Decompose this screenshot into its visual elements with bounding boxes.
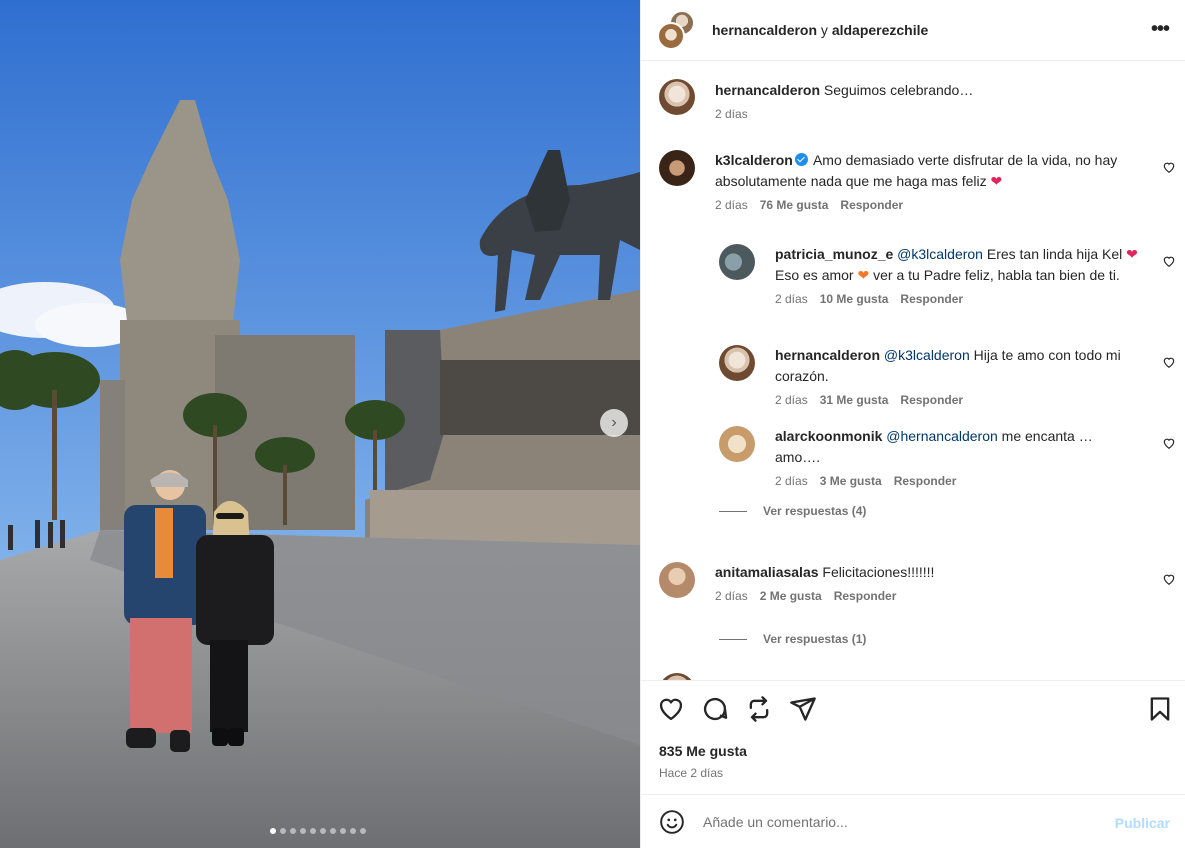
comment-like-icon[interactable] (1162, 436, 1176, 450)
carousel-dot (300, 828, 306, 834)
comment-likes[interactable]: 3 Me gusta (820, 474, 882, 488)
carousel-dot (310, 828, 316, 834)
publish-button[interactable]: Publicar (1115, 815, 1170, 831)
avatar[interactable] (719, 345, 755, 381)
post-photo: › (0, 0, 640, 848)
bookmark-icon[interactable] (1146, 695, 1174, 723)
comment-time[interactable]: 2 días (715, 107, 748, 121)
view-replies-button[interactable]: Ver respuestas (4) (719, 504, 866, 518)
comment-likes[interactable]: 31 Me gusta (820, 393, 889, 407)
view-replies-button[interactable]: Ver respuestas (1) (719, 632, 866, 646)
plaza-photo (0, 0, 640, 848)
heart-emoji: ❤ (990, 173, 1003, 189)
comment-like-icon[interactable] (1162, 254, 1176, 268)
orange-heart-emoji: ❤ (857, 267, 870, 283)
reply-button[interactable]: Responder (900, 393, 963, 407)
avatar[interactable] (659, 150, 695, 186)
reply-button[interactable]: Responder (834, 589, 897, 603)
mention-link[interactable]: @hernancalderon (886, 428, 998, 444)
comment-text: Eso es amor (775, 267, 854, 283)
reply-button[interactable]: Responder (900, 292, 963, 306)
comment-reply: alarckoonmonik @hernancalderon me encant… (719, 426, 1139, 488)
comment-text: Felicitaciones!!!!!!! (822, 564, 935, 580)
avatar (657, 22, 685, 50)
replies-divider (719, 638, 747, 640)
carousel-dot (280, 828, 286, 834)
avatar[interactable] (659, 562, 695, 598)
more-options-icon[interactable]: ••• (1151, 18, 1170, 41)
avatar[interactable] (659, 79, 695, 115)
comments-list: hernancalderon Seguimos celebrando… 2 dí… (641, 61, 1185, 680)
avatar[interactable] (659, 673, 695, 680)
view-replies-label: Ver respuestas (4) (763, 504, 867, 518)
carousel-dot (340, 828, 346, 834)
likes-count[interactable]: 835 Me gusta (659, 743, 747, 759)
comment-time[interactable]: 2 días (775, 292, 808, 306)
view-replies-label: Ver respuestas (1) (763, 632, 867, 646)
comment-input[interactable] (703, 813, 1083, 830)
author-link[interactable]: hernancalderon (712, 22, 817, 38)
comment-username[interactable]: hernancalderon (775, 347, 880, 363)
comment-like-icon[interactable] (1162, 572, 1176, 586)
chevron-right-icon: › (611, 414, 617, 431)
carousel-dot (320, 828, 326, 834)
replies-divider (719, 510, 747, 512)
reply-button[interactable]: Responder (894, 474, 957, 488)
comment-composer: Publicar (641, 794, 1185, 848)
post-caption: hernancalderon Seguimos celebrando… 2 dí… (659, 79, 973, 121)
carousel-dot (350, 828, 356, 834)
heart-icon[interactable] (657, 695, 685, 723)
post-authors: hernancalderon y aldaperezchile (712, 22, 928, 38)
comment-likes[interactable]: 76 Me gusta (760, 198, 829, 212)
comment-text: ver a tu Padre feliz, habla tan bien de … (873, 267, 1120, 283)
mention-link[interactable]: @k3lcalderon (884, 347, 970, 363)
comment-like-icon[interactable] (1162, 160, 1176, 174)
comment-time[interactable]: 2 días (715, 589, 748, 603)
comment: anitamaliasalas Felicitaciones!!!!!!! 2 … (659, 562, 1139, 603)
comment-username[interactable]: hernancalderon (715, 82, 820, 98)
comment (659, 673, 695, 680)
comment-icon[interactable] (701, 695, 729, 723)
comment: k3lcalderon Amo demasiado verte disfruta… (659, 150, 1139, 212)
caption-text: Seguimos celebrando… (823, 82, 974, 98)
share-icon[interactable] (789, 695, 817, 723)
comment-text: Eres tan linda hija Kel (986, 246, 1123, 262)
comment-username[interactable]: alarckoonmonik (775, 428, 882, 444)
next-photo-button[interactable]: › (600, 409, 628, 437)
avatar[interactable] (719, 244, 755, 280)
comment-likes[interactable]: 2 Me gusta (760, 589, 822, 603)
carousel-dot (290, 828, 296, 834)
heart-emoji: ❤ (1126, 246, 1138, 262)
comment-reply: hernancalderon @k3lcalderon Hija te amo … (719, 345, 1139, 407)
comment-username[interactable]: patricia_munoz_e (775, 246, 893, 262)
comment-username[interactable]: k3lcalderon (715, 152, 793, 168)
post-actions: 835 Me gusta Hace 2 días (641, 680, 1185, 794)
comment-like-icon[interactable] (1162, 355, 1176, 369)
verified-badge-icon (794, 153, 808, 166)
comment-username[interactable]: anitamaliasalas (715, 564, 819, 580)
carousel-dot (270, 828, 276, 834)
comment-time[interactable]: 2 días (715, 198, 748, 212)
repost-icon[interactable] (745, 695, 773, 723)
avatar[interactable] (719, 426, 755, 462)
carousel-dot (360, 828, 366, 834)
post-side-panel: hernancalderon y aldaperezchile ••• hern… (640, 0, 1185, 848)
post-timestamp[interactable]: Hace 2 días (659, 766, 723, 780)
comment-reply: patricia_munoz_e @k3lcalderon Eres tan l… (719, 244, 1139, 306)
emoji-icon[interactable] (659, 809, 685, 835)
collab-avatars[interactable] (657, 10, 697, 50)
reply-button[interactable]: Responder (840, 198, 903, 212)
comment-time[interactable]: 2 días (775, 393, 808, 407)
comment-likes[interactable]: 10 Me gusta (820, 292, 889, 306)
post-header: hernancalderon y aldaperezchile ••• (641, 0, 1185, 61)
carousel-indicator (270, 828, 366, 834)
mention-link[interactable]: @k3lcalderon (897, 246, 983, 262)
author-connector: y (820, 22, 828, 38)
author-link[interactable]: aldaperezchile (832, 22, 929, 38)
carousel-dot (330, 828, 336, 834)
comment-time[interactable]: 2 días (775, 474, 808, 488)
